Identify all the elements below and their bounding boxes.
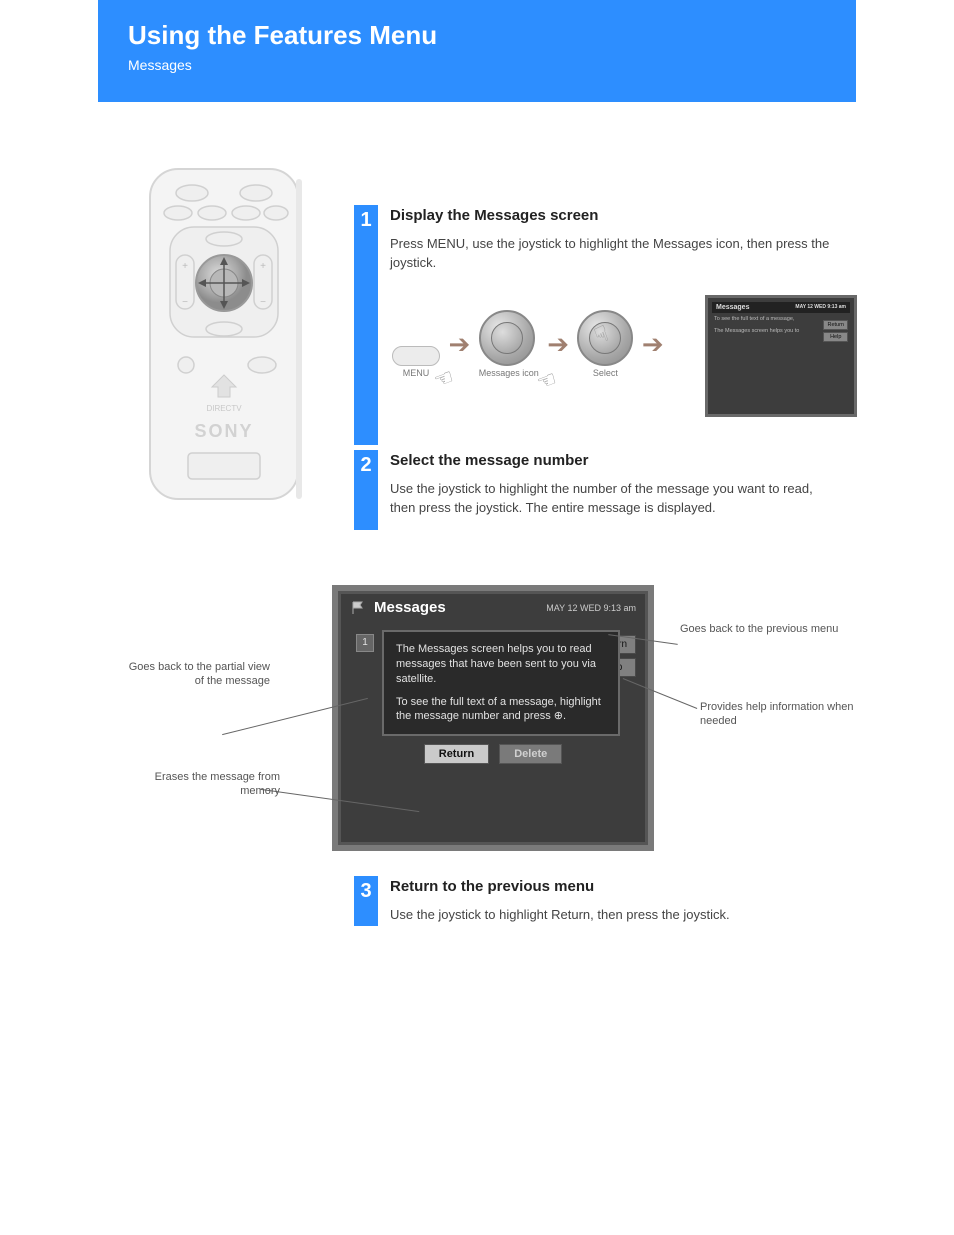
messages-thumb: Messages MAY 12 WED 9:13 am To see the f… [705,295,857,417]
flag-icon [350,600,366,616]
select-label: Select [577,368,633,378]
message-number[interactable]: 1 [356,634,374,652]
thumb-title: Messages [716,304,749,311]
arrow-icon: ➔ [642,329,664,360]
joystick-icon [479,310,535,366]
step-3-body: Return to the previous menu Use the joys… [390,876,840,924]
step-2-title: Select the message number [390,450,840,473]
step-num-label: 2 [360,454,371,476]
svg-text:+: + [182,261,188,272]
step-1-text: Press MENU, use the joystick to highligh… [390,234,840,273]
hand-icon: ☜ [430,363,457,394]
bottom-return-button[interactable]: Return [424,744,489,764]
thumb-datetime: MAY 12 WED 9:13 am [795,304,846,311]
msg-line-2: To see the full text of a message, highl… [396,695,606,725]
messages-detail-screen: Messages MAY 12 WED 9:13 am Return Help … [332,585,654,851]
screen-datetime: MAY 12 WED 9:13 am [546,603,636,613]
svg-text:−: − [182,297,188,308]
joystick-label: Messages icon [479,368,539,378]
step-2-text: Use the joystick to highlight the number… [390,479,840,518]
remote-illustration: + − + − DIRECTV SONY [144,165,304,505]
step-num-label: 1 [360,209,371,231]
screen-title: Messages [374,599,446,616]
callout-help: Provides help information when needed [700,700,860,729]
step-1-body: Display the Messages screen Press MENU, … [390,205,840,273]
step-1-title: Display the Messages screen [390,205,840,228]
thumb-help-button: Help [823,332,848,342]
svg-text:−: − [260,297,266,308]
msg-line-1: The Messages screen helps you to read me… [396,642,606,687]
arrow-icon: ➔ [547,329,569,360]
step-number-2: 2 [354,450,378,530]
chapter-header: Using the Features Menu Messages [98,0,856,102]
menu-button-icon [392,346,440,366]
step-3-text: Use the joystick to highlight Return, th… [390,905,840,925]
thumb-return-button: Return [823,320,848,330]
sony-brand: SONY [194,421,253,441]
chapter-subtitle: Messages [128,57,826,73]
step-2-body: Select the message number Use the joysti… [390,450,840,518]
callout-delete: Erases the message from memory [130,770,280,799]
bottom-delete-button[interactable]: Delete [499,744,562,764]
step-num-label: 3 [360,880,371,902]
message-body: 1 The Messages screen helps you to read … [382,630,620,736]
callout-return-inner: Goes back to the partial view of the mes… [120,660,270,689]
chapter-title: Using the Features Menu [128,20,826,51]
hand-icon: ☜ [533,365,560,396]
step-3-title: Return to the previous menu [390,876,840,899]
step-number-1: 1 [354,205,378,445]
callout-return-outer: Goes back to the previous menu [680,622,840,636]
step-number-3: 3 [354,876,378,926]
arrow-icon: ➔ [448,329,470,360]
directv-logo-text: DIRECTV [206,404,242,413]
svg-text:+: + [260,261,266,272]
